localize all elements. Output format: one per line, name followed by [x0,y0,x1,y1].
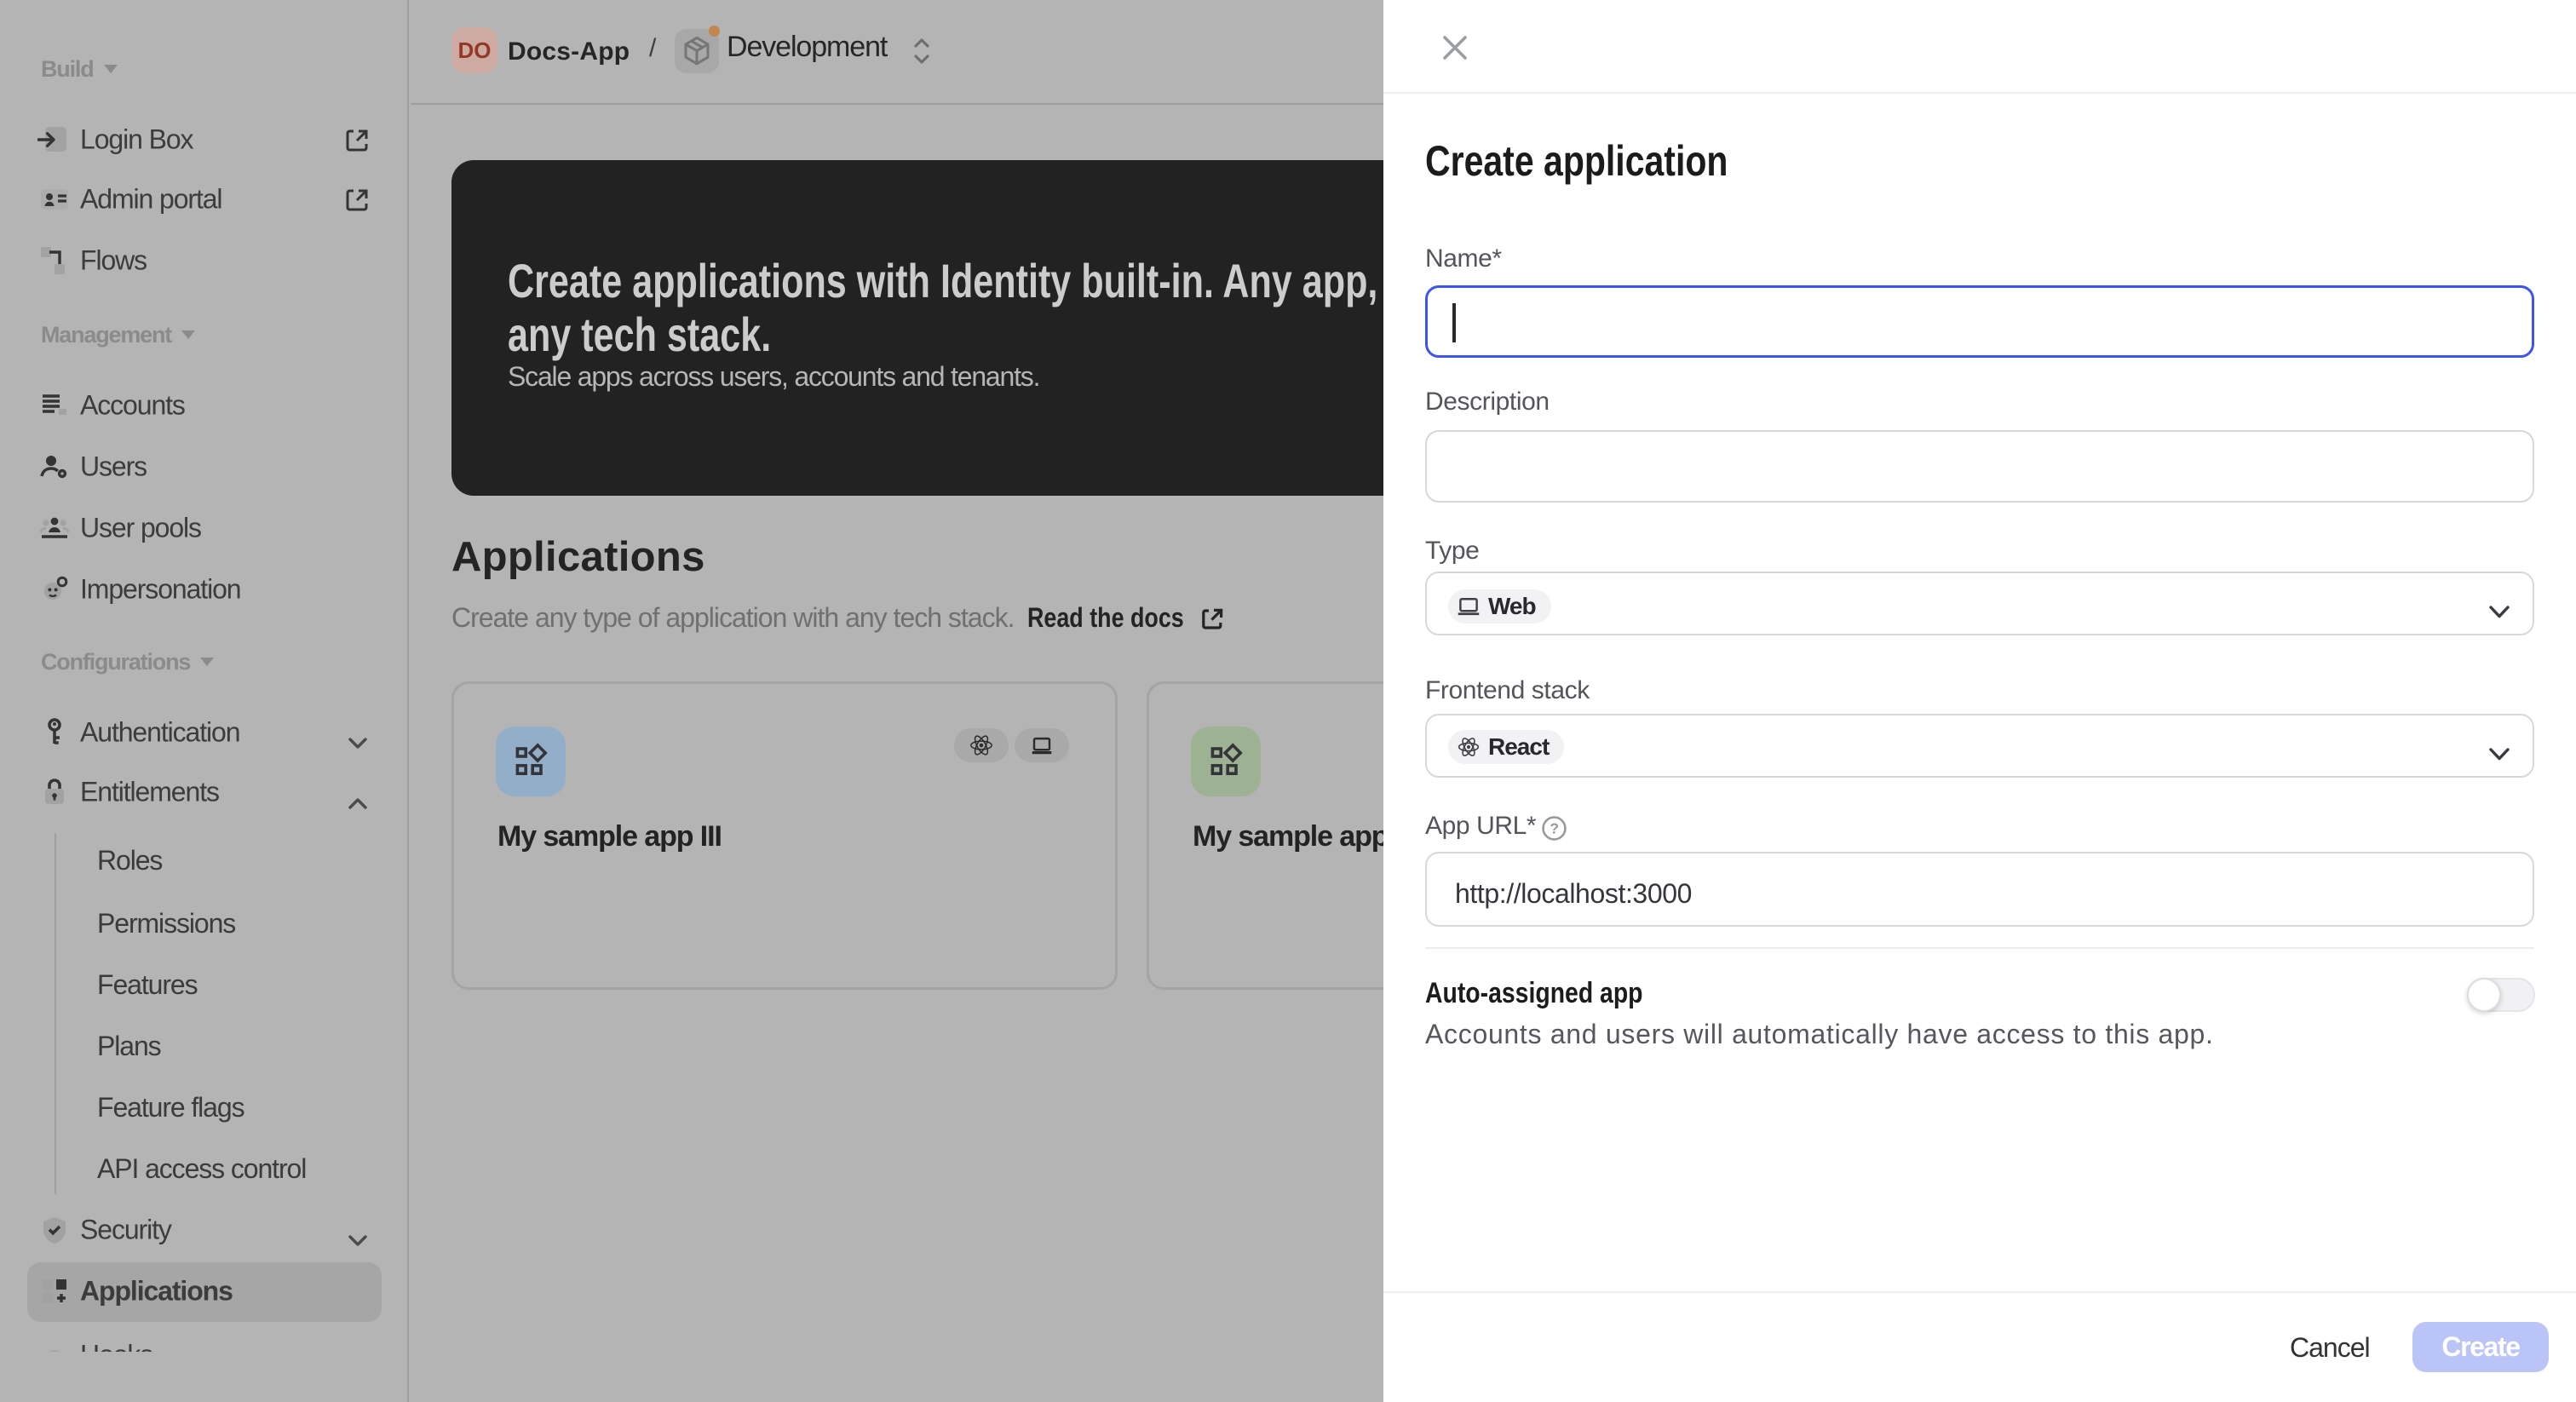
svg-text:?: ? [1550,820,1558,837]
